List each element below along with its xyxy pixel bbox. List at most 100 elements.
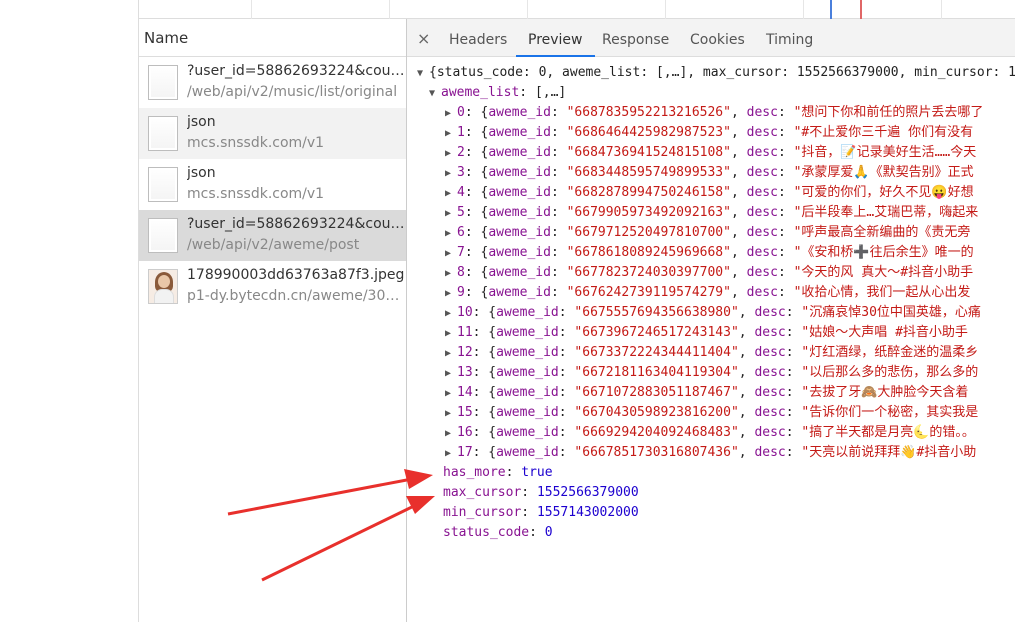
expand-triangle-icon[interactable]: ▶ <box>445 264 457 284</box>
tab-preview[interactable]: Preview <box>516 19 595 57</box>
aweme-item-row[interactable]: ▶ 13: {aweme_id: "6672181163404119304", d… <box>407 363 1015 383</box>
aweme-item-row[interactable]: ▶ 16: {aweme_id: "6669294204092468483", d… <box>407 423 1015 443</box>
expand-triangle-icon[interactable]: ▶ <box>445 104 457 124</box>
collapse-triangle-icon[interactable]: ▼ <box>417 64 429 84</box>
request-path: /web/api/v2/aweme/post <box>187 237 360 253</box>
item-index: 4 <box>457 185 465 200</box>
aweme-id-value: 6667851730316807436 <box>582 445 731 460</box>
request-row[interactable]: ?user_id=58862693224&count=... /web/api/v… <box>139 57 406 108</box>
close-icon[interactable]: × <box>417 19 430 57</box>
desc-value: 今天的风 真大～#抖音小助手 <box>801 265 974 280</box>
field-key: has_more <box>443 465 506 480</box>
desc-value: 搞了半天都是月亮🌜的错。。 <box>809 425 975 440</box>
aweme-id-value: 6670430598923816200 <box>582 405 731 420</box>
request-row[interactable]: 178990003dd63763a87f3.jpeg p1-dy.bytecdn.… <box>139 261 406 312</box>
request-name: ?user_id=58862693224&count=... <box>187 63 406 79</box>
name-column-header[interactable]: Name <box>139 19 406 57</box>
aweme-item-row[interactable]: ▶ 8: {aweme_id: "6677823724030397700", de… <box>407 263 1015 283</box>
desc-value: 以后那么多的悲伤，那么多的 <box>809 365 979 380</box>
load-event-marker <box>860 0 862 19</box>
tab-timing[interactable]: Timing <box>766 19 813 57</box>
expand-triangle-icon[interactable]: ▶ <box>445 244 457 264</box>
aweme-item-row[interactable]: ▶ 14: {aweme_id: "6671072883051187467", d… <box>407 383 1015 403</box>
desc-value: 去拔了牙🙈大肿脸今天含着 <box>809 385 969 400</box>
request-row[interactable]: ?user_id=58862693224&count=... /web/api/v… <box>139 210 406 261</box>
request-detail-panel: × Headers Preview Response Cookies Timin… <box>407 19 1015 622</box>
aweme-id-value: 6672181163404119304 <box>582 365 731 380</box>
aweme-item-row[interactable]: ▶ 17: {aweme_id: "6667851730316807436", d… <box>407 443 1015 463</box>
aweme-item-row[interactable]: ▶ 12: {aweme_id: "6673372224344411404", d… <box>407 343 1015 363</box>
field-row: min_cursor: 1557143002000 <box>443 505 639 520</box>
request-path: p1-dy.bytecdn.cn/aweme/300x400/... <box>187 288 406 304</box>
document-icon <box>148 218 178 253</box>
expand-triangle-icon[interactable]: ▶ <box>445 304 457 324</box>
expand-triangle-icon[interactable]: ▶ <box>445 224 457 244</box>
aweme-id-value: 6673967246517243143 <box>582 325 731 340</box>
field-row: has_more: true <box>443 465 553 480</box>
tab-response[interactable]: Response <box>602 19 669 57</box>
field-row: max_cursor: 1552566379000 <box>443 485 639 500</box>
expand-triangle-icon[interactable]: ▶ <box>445 164 457 184</box>
aweme-list-row[interactable]: ▼ aweme_list: [,…] <box>407 83 1015 103</box>
aweme-item-row[interactable]: ▶ 11: {aweme_id: "6673967246517243143", d… <box>407 323 1015 343</box>
request-path: /web/api/v2/music/list/original <box>187 84 398 100</box>
aweme-item-row[interactable]: ▶ 5: {aweme_id: "6679905973492092163", de… <box>407 203 1015 223</box>
aweme-id-value: 6687835952213216526 <box>574 105 724 120</box>
expand-triangle-icon[interactable]: ▶ <box>445 424 457 444</box>
aweme-item-row[interactable]: ▶ 0: {aweme_id: "6687835952213216526", de… <box>407 103 1015 123</box>
expand-triangle-icon[interactable]: ▶ <box>445 184 457 204</box>
aweme-id-value: 6671072883051187467 <box>582 385 731 400</box>
aweme-item-row[interactable]: ▶ 6: {aweme_id: "6679712520497810700", de… <box>407 223 1015 243</box>
item-index: 9 <box>457 285 465 300</box>
network-overview-timeline[interactable] <box>138 0 1015 19</box>
root-summary-text: {status_code: 0, aweme_list: [,…], max_c… <box>429 65 1015 80</box>
aweme-id-value: 6675557694356638980 <box>582 305 731 320</box>
expand-triangle-icon[interactable]: ▶ <box>445 384 457 404</box>
aweme-item-row[interactable]: ▶ 10: {aweme_id: "6675557694356638980", d… <box>407 303 1015 323</box>
desc-value: 《安和桥➕往后余生》唯一的 <box>801 245 974 260</box>
expand-triangle-icon[interactable]: ▶ <box>445 404 457 424</box>
expand-triangle-icon[interactable]: ▶ <box>445 364 457 384</box>
aweme-item-row[interactable]: ▶ 7: {aweme_id: "6678618089245969668", de… <box>407 243 1015 263</box>
tab-cookies[interactable]: Cookies <box>690 19 745 57</box>
aweme-id-value: 6669294204092468483 <box>582 425 731 440</box>
desc-value: 沉痛哀悼30位中国英雄，心痛 <box>809 305 981 320</box>
aweme-item-row[interactable]: ▶ 2: {aweme_id: "6684736941524815108", de… <box>407 143 1015 163</box>
request-name: json <box>187 114 216 130</box>
aweme-item-row[interactable]: ▶ 15: {aweme_id: "6670430598923816200", d… <box>407 403 1015 423</box>
request-row[interactable]: json mcs.snssdk.com/v1 <box>139 159 406 210</box>
request-path: mcs.snssdk.com/v1 <box>187 135 325 151</box>
document-icon <box>148 65 178 100</box>
root-summary-row[interactable]: ▼ {status_code: 0, aweme_list: [,…], max_… <box>407 63 1015 83</box>
aweme-list-key: aweme_list <box>441 85 520 100</box>
aweme-item-row[interactable]: ▶ 4: {aweme_id: "6682878994750246158", de… <box>407 183 1015 203</box>
expand-triangle-icon[interactable]: ▶ <box>445 124 457 144</box>
aweme-item-row[interactable]: ▶ 3: {aweme_id: "6683448595749899533", de… <box>407 163 1015 183</box>
timeline-tick <box>665 0 666 19</box>
collapse-triangle-icon[interactable]: ▼ <box>429 84 441 104</box>
request-name: 178990003dd63763a87f3.jpeg <box>187 267 405 283</box>
expand-triangle-icon[interactable]: ▶ <box>445 204 457 224</box>
field-key: status_code <box>443 525 530 540</box>
timeline-tick <box>803 0 804 19</box>
expand-triangle-icon[interactable]: ▶ <box>445 284 457 304</box>
request-row[interactable]: json mcs.snssdk.com/v1 <box>139 108 406 159</box>
timeline-tick <box>389 0 390 19</box>
aweme-id-value: 6679905973492092163 <box>574 205 724 220</box>
tab-headers[interactable]: Headers <box>449 19 507 57</box>
desc-value: 收拾心情，我们一起从心出发 <box>801 285 971 300</box>
item-index: 6 <box>457 225 465 240</box>
request-list-panel: Name ?user_id=58862693224&count=... /web/… <box>138 19 407 622</box>
expand-triangle-icon[interactable]: ▶ <box>445 344 457 364</box>
desc-value: 抖音，📝记录美好生活……今天 <box>801 145 977 160</box>
aweme-id-value: 6683448595749899533 <box>574 165 724 180</box>
expand-triangle-icon[interactable]: ▶ <box>445 144 457 164</box>
aweme-item-row[interactable]: ▶ 1: {aweme_id: "6686464425982987523", de… <box>407 123 1015 143</box>
expand-triangle-icon[interactable]: ▶ <box>445 444 457 464</box>
field-value: 0 <box>544 525 553 540</box>
aweme-item-row[interactable]: ▶ 9: {aweme_id: "6676242739119574279", de… <box>407 283 1015 303</box>
aweme-id-value: 6676242739119574279 <box>574 285 724 300</box>
expand-triangle-icon[interactable]: ▶ <box>445 324 457 344</box>
timeline-tick <box>251 0 252 19</box>
aweme-id-value: 6684736941524815108 <box>574 145 724 160</box>
